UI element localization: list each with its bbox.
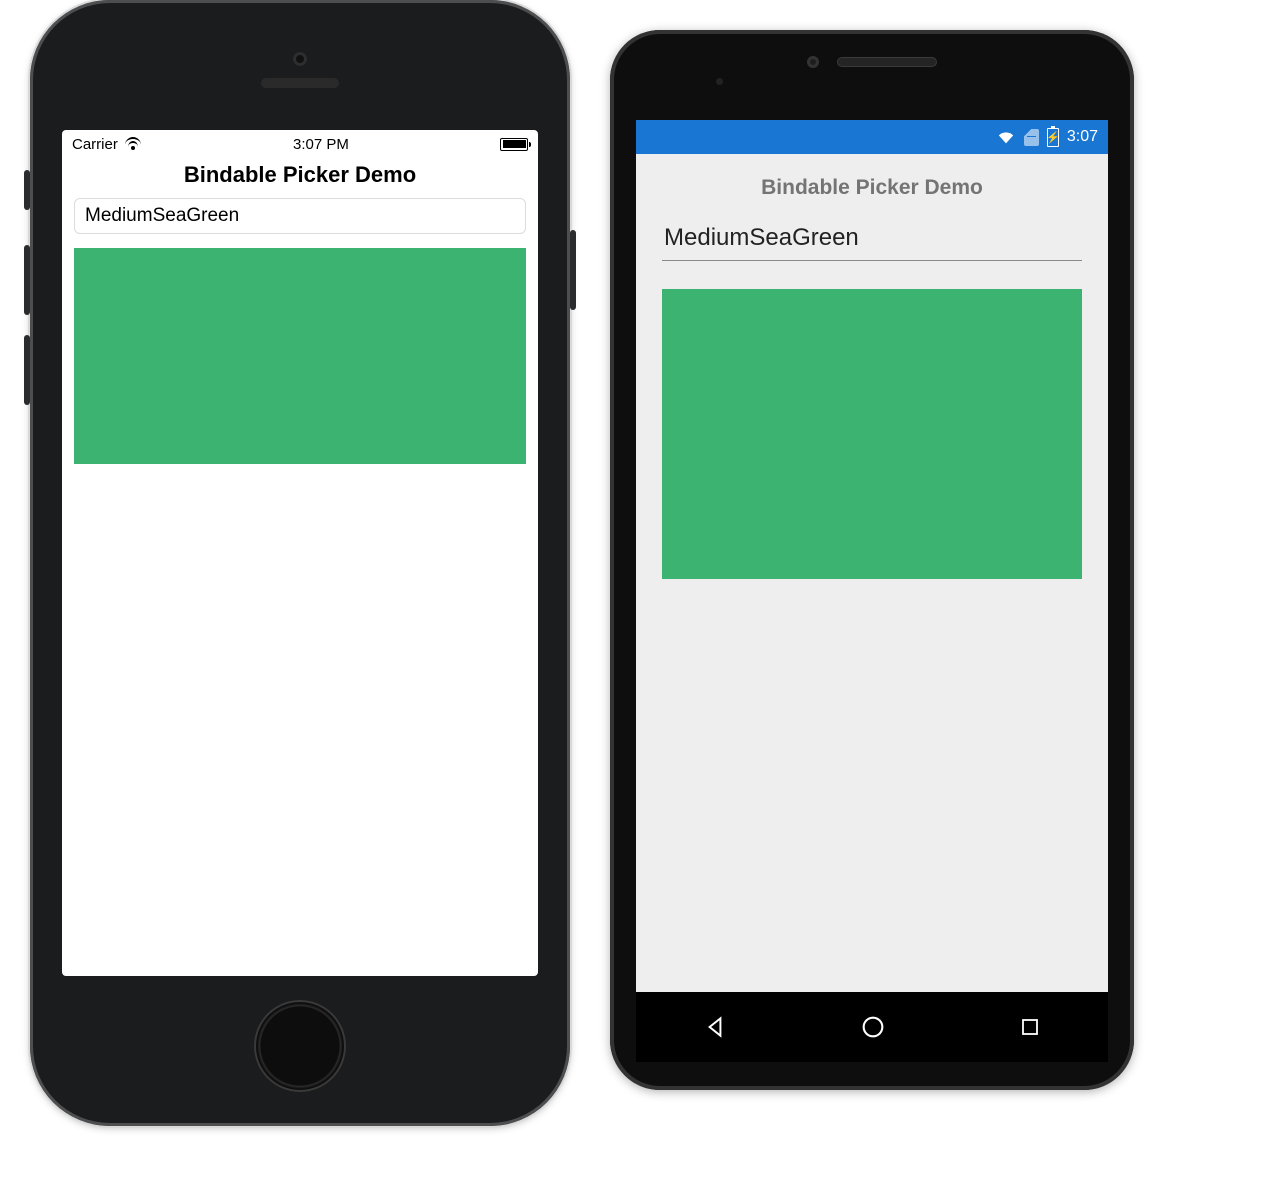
back-button-icon[interactable] xyxy=(702,1014,728,1040)
page-title: Bindable Picker Demo xyxy=(62,158,538,196)
android-screen: ⚡ 3:07 Bindable Picker Demo MediumSeaGre… xyxy=(636,120,1108,992)
color-swatch xyxy=(74,248,526,464)
android-device-frame: ⚡ 3:07 Bindable Picker Demo MediumSeaGre… xyxy=(610,30,1134,1090)
page-title: Bindable Picker Demo xyxy=(636,154,1108,220)
home-button[interactable] xyxy=(254,1000,346,1092)
status-time: 3:07 PM xyxy=(293,136,349,153)
iphone-device-frame: Carrier 3:07 PM Bindable Picker Demo Med… xyxy=(30,0,570,1126)
picker-selected-value: MediumSeaGreen xyxy=(664,224,859,251)
no-sim-icon xyxy=(1024,129,1039,146)
status-time: 3:07 xyxy=(1067,128,1098,146)
earpiece-speaker xyxy=(837,57,937,67)
carrier-label: Carrier xyxy=(72,136,118,153)
battery-charging-icon: ⚡ xyxy=(1047,128,1059,147)
mute-switch xyxy=(24,170,30,210)
ios-status-bar: Carrier 3:07 PM xyxy=(62,130,538,158)
android-status-bar: ⚡ 3:07 xyxy=(636,120,1108,154)
proximity-sensor-icon xyxy=(716,78,723,85)
battery-icon xyxy=(500,138,528,151)
volume-down-button xyxy=(24,335,30,405)
wifi-icon xyxy=(124,137,142,151)
earpiece-speaker xyxy=(261,78,339,88)
home-button-icon[interactable] xyxy=(859,1013,887,1041)
volume-up-button xyxy=(24,245,30,315)
power-button xyxy=(570,230,576,310)
picker-selected-value: MediumSeaGreen xyxy=(85,205,239,227)
android-nav-bar xyxy=(636,992,1108,1062)
color-picker[interactable]: MediumSeaGreen xyxy=(662,220,1082,261)
recent-apps-button-icon[interactable] xyxy=(1018,1015,1042,1039)
android-sensor-cluster xyxy=(610,56,1134,68)
color-swatch xyxy=(662,289,1082,579)
front-camera-icon xyxy=(807,56,819,68)
iphone-screen: Carrier 3:07 PM Bindable Picker Demo Med… xyxy=(62,130,538,976)
front-camera-icon xyxy=(293,52,307,66)
color-picker[interactable]: MediumSeaGreen xyxy=(74,198,526,234)
iphone-sensor-cluster xyxy=(30,52,570,88)
wifi-icon xyxy=(996,129,1016,145)
